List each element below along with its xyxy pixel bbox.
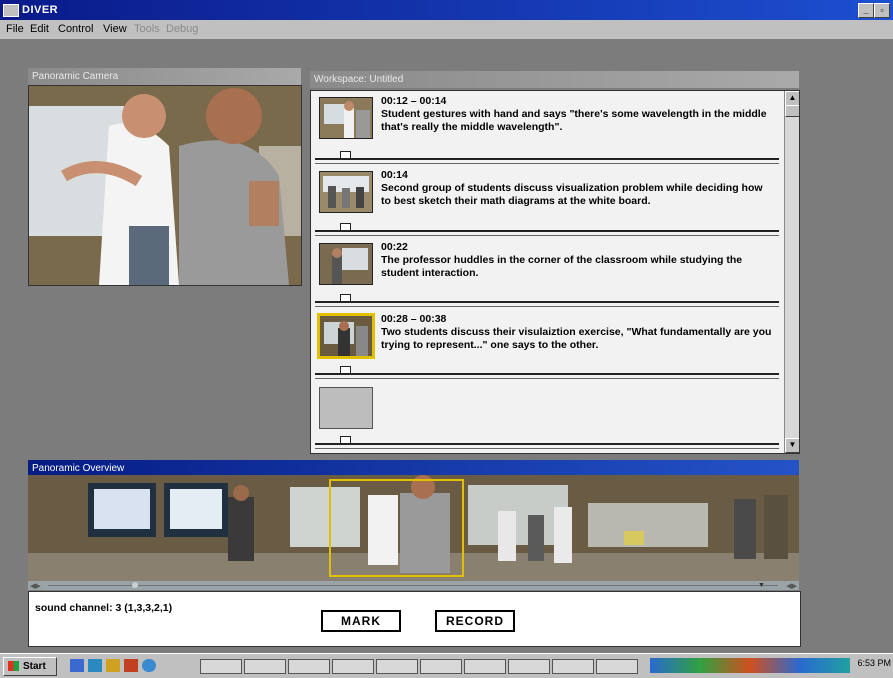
entry-divider — [315, 443, 779, 445]
taskbar-app-button[interactable] — [332, 659, 374, 674]
control-area: sound channel: 3 (1,3,3,2,1) MARK RECORD — [28, 591, 801, 647]
timeline-right-icon[interactable]: ◀▶ — [786, 582, 797, 590]
quicklaunch-icon[interactable] — [70, 659, 84, 672]
menu-tools: Tools — [134, 23, 160, 35]
entry-annotation[interactable]: Two students discuss their visulaiztion … — [381, 326, 773, 352]
entry-divider — [315, 158, 779, 160]
taskbar: Start 6:53 PM — [0, 653, 893, 678]
system-tray-icons[interactable] — [650, 658, 850, 673]
workspace-entry-3[interactable]: 00:22 The professor huddles in the corne… — [315, 237, 777, 294]
start-button[interactable]: Start — [3, 657, 57, 676]
entry-divider — [315, 230, 779, 232]
app-icon — [3, 4, 19, 17]
workspace-list[interactable]: 00:12 – 00:14 Student gestures with hand… — [310, 90, 800, 454]
entry-annotation[interactable]: Second group of students discuss visuali… — [381, 182, 773, 208]
taskbar-app-button[interactable] — [200, 659, 242, 674]
menu-file[interactable]: File — [6, 23, 24, 35]
camera-panel-title: Panoramic Camera — [28, 68, 301, 85]
menu-debug: Debug — [166, 23, 199, 35]
restore-button[interactable]: ▫ — [874, 3, 890, 18]
title-bar: DIVER _ ▫ — [0, 0, 893, 20]
clock: 6:53 PM — [857, 658, 891, 668]
taskbar-app-button[interactable] — [420, 659, 462, 674]
workspace-entry-1[interactable]: 00:12 – 00:14 Student gestures with hand… — [315, 91, 777, 148]
entry-divider — [315, 448, 779, 449]
entry-time: 00:28 – 00:38 — [381, 313, 447, 325]
workspace-scrollbar[interactable]: ▲ ▼ — [784, 91, 799, 453]
taskbar-app-button[interactable] — [244, 659, 286, 674]
windows-logo-icon — [8, 661, 19, 672]
workspace-entry-2[interactable]: 00:14 Second group of students discuss v… — [315, 165, 777, 222]
taskbar-app-button[interactable] — [552, 659, 594, 674]
quicklaunch-icon[interactable] — [106, 659, 120, 672]
panorama-image — [28, 475, 799, 581]
entry-annotation[interactable]: Student gestures with hand and says "the… — [381, 108, 773, 134]
entry-divider — [315, 163, 779, 164]
menu-view[interactable]: View — [103, 23, 127, 35]
overview-timeline-scrollbar[interactable]: ◀▶ ▼ ◀▶ — [28, 581, 799, 590]
scroll-thumb[interactable] — [785, 105, 799, 117]
entry-thumbnail[interactable] — [319, 243, 373, 285]
entry-divider — [315, 378, 779, 379]
entry-time: 00:12 – 00:14 — [381, 95, 447, 107]
entry-divider — [315, 235, 779, 236]
quicklaunch-icon[interactable] — [124, 659, 138, 672]
timeline-marker-icon[interactable]: ▼ — [758, 582, 765, 589]
browser-icon[interactable] — [88, 659, 102, 672]
taskbar-app-button[interactable] — [464, 659, 506, 674]
entry-annotation[interactable]: The professor huddles in the corner of t… — [381, 254, 773, 280]
panoramic-overview-strip[interactable] — [28, 475, 799, 581]
taskbar-app-button[interactable] — [596, 659, 638, 674]
timeline-track — [48, 585, 778, 586]
menu-bar: File Edit Control View Tools Debug — [0, 20, 893, 39]
mark-button[interactable]: MARK — [321, 610, 401, 632]
entry-time: 00:14 — [381, 169, 408, 181]
taskbar-app-button[interactable] — [508, 659, 550, 674]
camera-video-frame — [29, 86, 301, 285]
timeline-left-icon[interactable]: ◀▶ — [30, 582, 41, 590]
workspace-entry-4[interactable]: 00:28 – 00:38 Two students discuss their… — [315, 309, 777, 366]
taskbar-app-button[interactable] — [376, 659, 418, 674]
panoramic-camera-view[interactable] — [28, 85, 302, 286]
timeline-thumb[interactable] — [132, 582, 138, 588]
entry-thumbnail[interactable] — [319, 97, 373, 139]
menu-control[interactable]: Control — [58, 23, 93, 35]
entry-thumbnail-selected[interactable] — [317, 313, 375, 359]
start-label: Start — [23, 661, 46, 672]
scroll-down-icon[interactable]: ▼ — [785, 438, 799, 453]
menu-edit[interactable]: Edit — [30, 23, 49, 35]
workspace-entry-empty[interactable] — [315, 381, 777, 438]
entry-divider — [315, 301, 779, 303]
sound-channel-label: sound channel: 3 (1,3,3,2,1) — [35, 602, 173, 614]
entry-thumbnail[interactable] — [319, 171, 373, 213]
taskbar-app-button[interactable] — [288, 659, 330, 674]
minimize-button[interactable]: _ — [858, 3, 874, 18]
workspace-panel-title: Workspace: Untitled — [310, 71, 799, 88]
quicklaunch-icon[interactable] — [142, 659, 156, 672]
record-button[interactable]: RECORD — [435, 610, 515, 632]
entry-time: 00:22 — [381, 241, 408, 253]
scroll-up-icon[interactable]: ▲ — [785, 91, 799, 106]
window-title: DIVER — [22, 4, 59, 16]
empty-thumbnail-slot[interactable] — [319, 387, 373, 429]
entry-divider — [315, 373, 779, 375]
entry-divider — [315, 306, 779, 307]
